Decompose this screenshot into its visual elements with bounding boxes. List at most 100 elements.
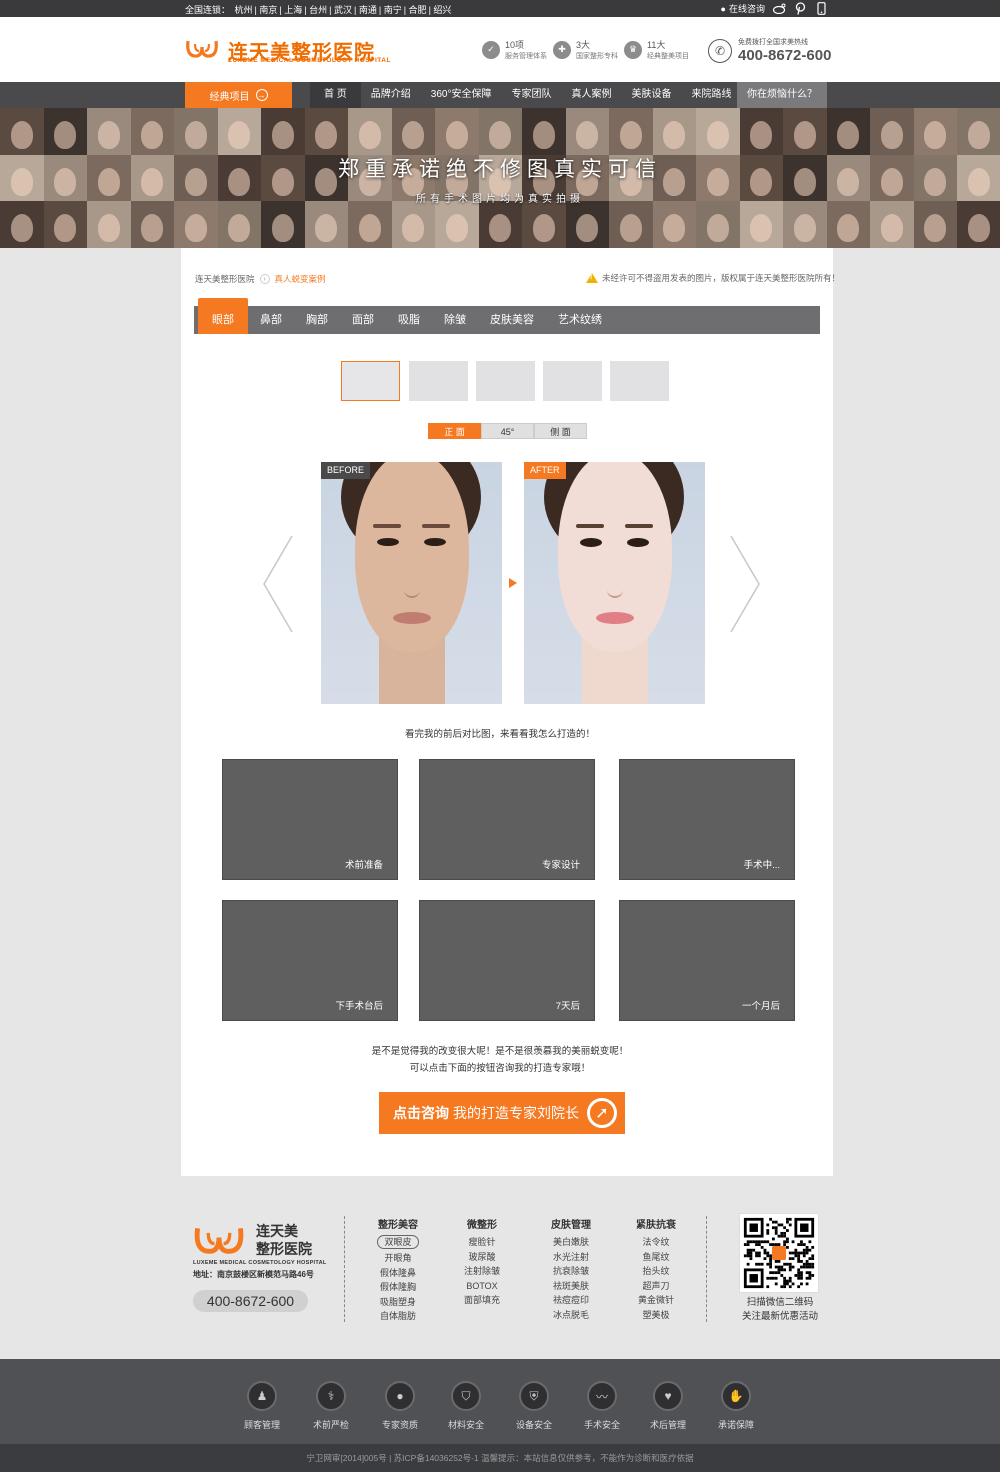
footer-link[interactable]: 自体脂肪 (363, 1309, 433, 1324)
tab-skin[interactable]: 皮肤美容 (478, 306, 546, 334)
case-thumbnail[interactable] (610, 361, 669, 401)
case-thumbnail[interactable] (341, 361, 400, 401)
angle-45[interactable]: 45° (481, 423, 534, 439)
step-label: 专家设计 (541, 860, 580, 871)
angle-side[interactable]: 侧 面 (534, 423, 587, 439)
footer-col-plastic: 整形美容 双眼皮 开眼角 假体隆鼻 假体隆胸 吸脂塑身 自体脂肪 (363, 1216, 433, 1324)
guarantee-item[interactable]: ● 专家资质 (365, 1381, 435, 1431)
guarantee-item[interactable]: ♟ 顾客管理 (227, 1381, 297, 1431)
step-tile[interactable]: 一个月后 (619, 900, 795, 1021)
city-link[interactable]: 台州 (309, 5, 327, 15)
qr-caption-1: 扫描微信二维码 (746, 1297, 814, 1308)
city-link[interactable]: 上海 (284, 5, 302, 15)
footer-link[interactable]: 冰点脱毛 (536, 1308, 606, 1323)
city-link[interactable]: 合肥 (409, 5, 427, 15)
consult-expert-button[interactable]: 点击咨询 我的打造专家刘院长 ➚ (379, 1092, 625, 1134)
footer-link[interactable]: 超声刀 (621, 1279, 691, 1294)
step-tile[interactable]: 手术中... (619, 759, 795, 880)
footer-link[interactable]: 面部填充 (447, 1293, 517, 1308)
guarantee-item[interactable]: 〰手术安全 (567, 1381, 637, 1431)
tab-chest[interactable]: 胸部 (294, 306, 340, 334)
nav-item-trouble[interactable]: 你在烦恼什么？ (737, 82, 827, 108)
portrait-tile (783, 201, 827, 248)
case-thumbnail[interactable] (543, 361, 602, 401)
nav-items: 首 页 品牌介绍 360°安全保障 专家团队 真人案例 美肤设备 来院路线 (310, 82, 741, 108)
city-link[interactable]: 南京 (259, 5, 277, 15)
footer-link[interactable]: 祛痘痘印 (536, 1293, 606, 1308)
portrait-tile (0, 201, 44, 248)
tab-liposuction[interactable]: 吸脂 (386, 306, 432, 334)
online-consult-link[interactable]: ● 在线咨询 (721, 2, 765, 15)
footer-link[interactable]: 瘦脸针 (447, 1235, 517, 1250)
footer-link[interactable]: 塑美极 (621, 1308, 691, 1323)
nav-item-route[interactable]: 来院路线 (681, 82, 741, 108)
footer-link[interactable]: 假体隆胸 (363, 1280, 433, 1295)
case-thumbnail[interactable] (409, 361, 468, 401)
brand-logo-icon[interactable] (185, 37, 219, 59)
tab-nose[interactable]: 鼻部 (248, 306, 294, 334)
guarantee-item[interactable]: ⛉ 材料安全 (431, 1381, 501, 1431)
footer-link[interactable]: 美白嫩肤 (536, 1235, 606, 1250)
footer-link[interactable]: 抗衰除皱 (536, 1264, 606, 1279)
footer-link[interactable]: 双眼皮 (377, 1235, 419, 1249)
hotline[interactable]: ✆ 免费拨打全国求美热线 400-8672-600 (708, 37, 831, 64)
step-tile[interactable]: 术前准备 (222, 759, 398, 880)
nav-item-safety[interactable]: 360°安全保障 (421, 82, 502, 108)
case-thumbnail[interactable] (476, 361, 535, 401)
breadcrumb-home[interactable]: 连天美整形医院 (195, 273, 255, 285)
nav-item-home[interactable]: 首 页 (310, 82, 361, 108)
prev-arrow-icon[interactable] (262, 534, 296, 634)
footer-link[interactable]: 鱼尾纹 (621, 1250, 691, 1265)
mobile-icon[interactable] (815, 2, 828, 15)
step-tile[interactable]: 7天后 (419, 900, 595, 1021)
guarantee-item[interactable]: ♥ 术后管理 (633, 1381, 703, 1431)
qr-caption: 扫描微信二维码 关注最新优惠活动 (720, 1296, 840, 1324)
nav-item-brand[interactable]: 品牌介绍 (361, 82, 421, 108)
feature-top: 10项 (505, 40, 525, 50)
step-tile[interactable]: 专家设计 (419, 759, 595, 880)
tab-eyes[interactable]: 眼部 (198, 298, 248, 334)
weibo-icon[interactable] (773, 2, 786, 15)
tab-tattoo[interactable]: 艺术纹绣 (546, 306, 614, 334)
main-nav: 经典项目 → 首 页 品牌介绍 360°安全保障 专家团队 真人案例 美肤设备 … (0, 82, 1000, 108)
footer-address: 地址：南京鼓楼区新模范马路46号 (193, 1270, 314, 1279)
warning-icon: ! (586, 273, 598, 283)
angle-front[interactable]: 正 面 (428, 423, 481, 439)
footer-brand-line1: 连天美 (256, 1223, 298, 1239)
footer-phone[interactable]: 400-8672-600 (193, 1290, 308, 1312)
classic-projects-button[interactable]: 经典项目 → (185, 82, 292, 108)
city-link[interactable]: 南宁 (384, 5, 402, 15)
city-link[interactable]: 南通 (359, 5, 377, 15)
footer-link[interactable]: 玻尿酸 (447, 1250, 517, 1265)
guarantee-label: 术后管理 (649, 1420, 686, 1430)
guarantee-item[interactable]: ✋ 承诺保障 (701, 1381, 771, 1431)
guarantee-item[interactable]: ⛨ 设备安全 (499, 1381, 569, 1431)
portrait-tile (739, 108, 783, 155)
footer-link[interactable]: 吸脂塑身 (363, 1295, 433, 1310)
city-link[interactable]: 武汉 (334, 5, 352, 15)
footer-link[interactable]: 水光注射 (536, 1250, 606, 1265)
footer-link[interactable]: 开眼角 (363, 1251, 433, 1266)
nav-item-cases[interactable]: 真人案例 (561, 82, 621, 108)
tab-face[interactable]: 面部 (340, 306, 386, 334)
footer-link[interactable]: BOTOX (447, 1279, 517, 1294)
tab-wrinkle[interactable]: 除皱 (432, 306, 478, 334)
footer-col-skin: 皮肤管理 美白嫩肤 水光注射 抗衰除皱 祛斑美肤 祛痘痘印 冰点脱毛 (536, 1216, 606, 1322)
nav-item-experts[interactable]: 专家团队 (501, 82, 561, 108)
compare-caption: 看完我的前后对比图，来看看我怎么打造的！ (404, 729, 595, 740)
footer-logo-icon (194, 1227, 244, 1254)
footer-link[interactable]: 假体隆鼻 (363, 1266, 433, 1281)
step-tile[interactable]: 下手术台后 (222, 900, 398, 1021)
footer-link[interactable]: 抬头纹 (621, 1264, 691, 1279)
guarantee-item[interactable]: ⚕ 术前严检 (296, 1381, 366, 1431)
portrait-tile (217, 201, 261, 248)
city-link[interactable]: 杭州 (235, 5, 253, 15)
nav-item-equipment[interactable]: 美肤设备 (621, 82, 681, 108)
next-arrow-icon[interactable] (727, 534, 761, 634)
footer-link[interactable]: 黄金微针 (621, 1293, 691, 1308)
pinterest-icon[interactable] (794, 2, 807, 15)
footer-link[interactable]: 法令纹 (621, 1235, 691, 1250)
footer-link[interactable]: 祛斑美肤 (536, 1279, 606, 1294)
footer-link[interactable]: 注射除皱 (447, 1264, 517, 1279)
city-link[interactable]: 绍兴 (433, 5, 451, 15)
